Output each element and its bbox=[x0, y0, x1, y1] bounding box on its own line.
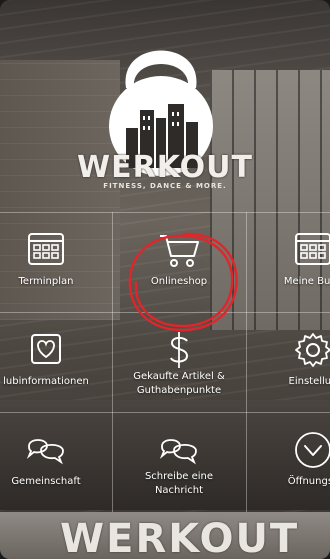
calendar-icon bbox=[28, 233, 64, 265]
dollar-icon bbox=[170, 332, 189, 368]
chat-bubbles-icon bbox=[159, 439, 197, 465]
shopping-cart-icon bbox=[160, 235, 199, 267]
tile-label: Meine Buch bbox=[283, 276, 330, 287]
tile-schreibe-nachricht[interactable]: Schreibe eine Nachricht bbox=[123, 412, 235, 512]
tile-onlineshop[interactable]: Onlineshop bbox=[123, 212, 235, 312]
tile-terminplan[interactable]: Terminplan bbox=[0, 212, 102, 312]
tile-clubinformationen[interactable]: lubinformationen bbox=[0, 312, 102, 412]
banner-wordmark: WERKOUT bbox=[60, 516, 300, 559]
tile-oeffnungszeiten[interactable]: Öffnungsz bbox=[257, 412, 330, 512]
tile-einstellungen[interactable]: Einstellun bbox=[257, 312, 330, 412]
grid-divider bbox=[112, 212, 113, 512]
promo-banner[interactable]: WERKOUT bbox=[0, 512, 330, 559]
grid-divider bbox=[246, 212, 247, 512]
menu-grid: Terminplan Onlineshop Meine Buch bbox=[0, 212, 330, 512]
brand-wordmark: WERKOUT bbox=[0, 150, 330, 185]
chevron-down-icon bbox=[295, 432, 330, 468]
tile-label: Einstellun bbox=[288, 376, 330, 387]
tile-label: Öffnungsz bbox=[287, 476, 330, 487]
app-screen: WERKOUT FITNESS, DANCE & MORE. Terminpla… bbox=[0, 0, 330, 559]
chat-bubbles-icon bbox=[26, 439, 64, 465]
tile-gemeinschaft[interactable]: Gemeinschaft bbox=[0, 412, 102, 512]
tile-meine-buchungen[interactable]: Meine Buch bbox=[257, 212, 330, 312]
gear-icon bbox=[295, 333, 330, 367]
heart-icon bbox=[31, 334, 61, 364]
tile-gekaufte-artikel[interactable]: Gekaufte Artikel & Guthabenpunkte bbox=[123, 312, 235, 412]
calendar-icon bbox=[295, 233, 330, 265]
brand-name: WERKOUT bbox=[77, 150, 253, 185]
brand-tagline: FITNESS, DANCE & MORE. bbox=[103, 182, 227, 190]
